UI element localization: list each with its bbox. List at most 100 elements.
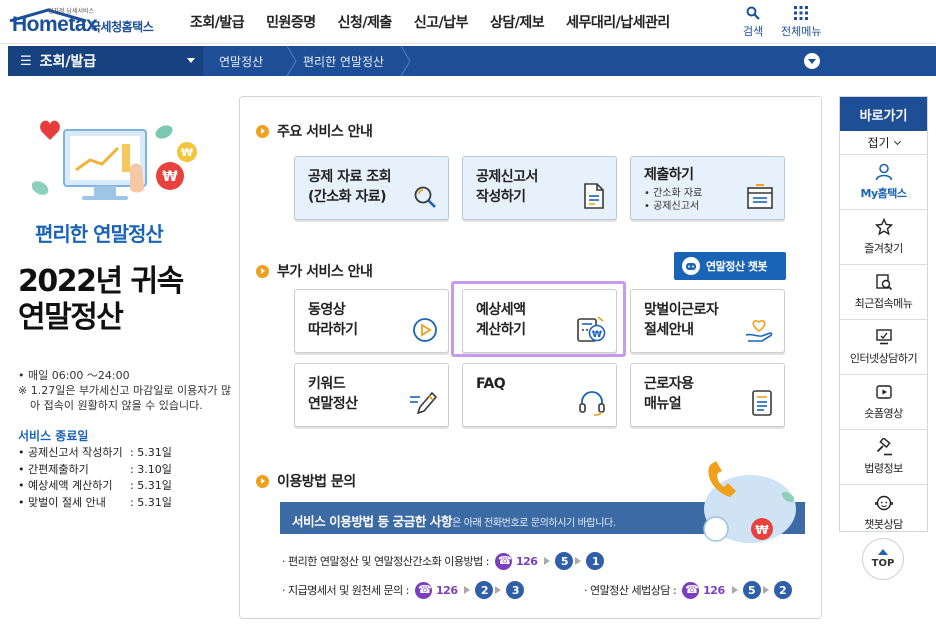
chatbot-icon bbox=[682, 257, 700, 275]
gnb-item-certificate[interactable]: 민원증명 bbox=[266, 12, 316, 32]
card-video-guide[interactable]: 동영상 따라하기 bbox=[294, 289, 449, 353]
card-label: 근로자용 매뉴얼 bbox=[644, 376, 694, 412]
gnb-item-agent[interactable]: 세무대리/납세관리 bbox=[566, 12, 670, 32]
contact-label: · 지급명세서 및 원천세 문의 : bbox=[282, 584, 410, 597]
quick-item-favorites[interactable]: 즐겨찾기 bbox=[840, 210, 927, 265]
page-hero-title: 편리한 연말정산 bbox=[35, 222, 164, 246]
quick-item-chatbot-consult[interactable]: 챗봇상담 bbox=[840, 485, 927, 540]
pencil-icon bbox=[410, 391, 438, 415]
caret-down-icon bbox=[187, 58, 195, 63]
menu-step-badge: 3 bbox=[506, 581, 525, 599]
svg-text:₩: ₩ bbox=[162, 169, 178, 185]
breadcrumb-expand-icon[interactable] bbox=[804, 53, 820, 69]
menu-step-badge: 2 bbox=[475, 581, 494, 599]
manual-icon bbox=[752, 390, 772, 416]
contact-line-simplified: · 편리한 연말정산 및 연말정산간소화 이용방법 : 126 5 1 bbox=[282, 552, 605, 570]
contact-line-tax-law: · 연말정산 세법상담 : 126 5 2 bbox=[584, 581, 792, 599]
quick-item-my-hometax[interactable]: My홈택스 bbox=[840, 155, 927, 210]
card-deduction-form[interactable]: 공제신고서 작성하기 bbox=[462, 156, 617, 220]
quick-item-internet-consult[interactable]: 인터넷상담하기 bbox=[840, 320, 927, 375]
search-button[interactable]: 검색 bbox=[743, 6, 763, 39]
quick-menu-fold-button[interactable]: 접기 bbox=[840, 131, 927, 155]
phone-number: 126 bbox=[703, 583, 725, 597]
card-label: FAQ bbox=[476, 376, 506, 392]
hero-heading-line2: 연말정산 bbox=[18, 300, 124, 335]
grid-menu-icon bbox=[794, 6, 809, 20]
arrow-right-icon bbox=[495, 586, 502, 594]
gnb-item-application[interactable]: 신청/제출 bbox=[338, 12, 393, 32]
quick-item-recent-menu[interactable]: 최근접속메뉴 bbox=[840, 265, 927, 320]
call-center-illustration-icon: ₩ bbox=[703, 461, 796, 543]
contact-line-withholding: · 지급명세서 및 원천세 문의 : 126 2 3 bbox=[282, 581, 525, 599]
recent-search-icon bbox=[875, 274, 892, 291]
scroll-to-top-button[interactable]: TOP bbox=[862, 538, 904, 580]
logo-korean-name: 국세청홈택스 bbox=[90, 20, 154, 34]
contact-label: · 편리한 연말정산 및 연말정산간소화 이용방법 : bbox=[282, 555, 489, 568]
phone-icon bbox=[682, 581, 700, 599]
section-bullet-icon bbox=[256, 124, 269, 138]
logo-wordmark: Hometax bbox=[12, 13, 98, 36]
arrow-up-icon bbox=[878, 549, 888, 555]
current-menu-dropdown[interactable]: ☰ 조회/발급 bbox=[8, 46, 203, 76]
all-menu-button[interactable]: 전체메뉴 bbox=[781, 6, 821, 39]
quick-item-law-info[interactable]: 법령정보 bbox=[840, 430, 927, 485]
card-keyword-yearend[interactable]: 키워드 연말정산 bbox=[294, 363, 449, 427]
breadcrumb-item-yearend[interactable]: 연말정산 bbox=[219, 46, 263, 76]
video-play-icon bbox=[875, 385, 892, 399]
card-label: 맞벌이근로자 절세안내 bbox=[644, 302, 719, 338]
service-end-title: 서비스 종료일 bbox=[18, 429, 89, 443]
svg-text:₩: ₩ bbox=[755, 523, 769, 537]
page-hero-heading: 2022년 귀속 연말정산 bbox=[18, 264, 184, 336]
all-menu-label: 전체메뉴 bbox=[781, 25, 822, 38]
gavel-icon bbox=[876, 438, 892, 456]
card-faq[interactable]: FAQ bbox=[462, 363, 617, 427]
list-item: • 간편제출하기: 3.10일 bbox=[18, 462, 172, 476]
yearend-chatbot-button[interactable]: 연말정산 챗봇 bbox=[674, 252, 786, 280]
arrow-right-icon bbox=[575, 557, 582, 565]
headset-icon bbox=[579, 391, 605, 416]
card-label: 키워드 연말정산 bbox=[308, 376, 358, 412]
quick-menu: 바로가기 접기 My홈택스 즐겨찾기 최근접속메뉴 인터넷상담하기 숏폼영상 법… bbox=[839, 96, 928, 532]
top-header: 전자적 납세서비스 Hometax 국세청홈택스 조회/발급 민원증명 신청/제… bbox=[0, 0, 936, 44]
card-dual-income[interactable]: 맞벌이근로자 절세안내 bbox=[630, 289, 785, 353]
breadcrumb-item-convenient[interactable]: 편리한 연말정산 bbox=[303, 46, 384, 76]
global-nav: 조회/발급 민원증명 신청/제출 신고/납부 상담/제보 세무대리/납세관리 bbox=[190, 0, 692, 44]
submit-tray-icon bbox=[747, 184, 773, 209]
section-title-inquiry: 이용방법 문의 bbox=[256, 471, 356, 491]
card-deduction-lookup[interactable]: 공제 자료 조회 (간소화 자료) bbox=[294, 156, 449, 220]
user-icon bbox=[875, 163, 892, 181]
phone-number: 126 bbox=[436, 583, 458, 597]
chatbot-button-label: 연말정산 챗봇 bbox=[706, 260, 768, 273]
phone-number: 126 bbox=[515, 554, 538, 568]
section-bullet-icon bbox=[256, 264, 269, 278]
yearend-illustration-icon: ₩ ₩ bbox=[32, 120, 197, 200]
card-worker-manual[interactable]: 근로자용 매뉴얼 bbox=[630, 363, 785, 427]
hamburger-icon: ☰ bbox=[20, 53, 32, 69]
chatbot-face-icon bbox=[874, 495, 893, 510]
menu-step-badge: 1 bbox=[586, 552, 605, 570]
service-hours: • 매일 06:00 ～24:00 bbox=[18, 369, 130, 382]
list-item: • 맞벌이 절세 안내: 5.31일 bbox=[18, 495, 172, 509]
breadcrumb-separator-icon bbox=[286, 46, 297, 76]
main-service-panel: 주요 서비스 안내 공제 자료 조회 (간소화 자료) 공제신고서 작성하기 제… bbox=[239, 96, 822, 619]
banner-rest-text: 은 아래 전화번호로 문의하시기 바랍니다. bbox=[452, 518, 616, 529]
section-title-extra-services: 부가 서비스 안내 bbox=[256, 261, 373, 281]
gnb-item-report[interactable]: 신고/납부 bbox=[414, 12, 469, 32]
search-doc-icon bbox=[414, 186, 436, 208]
gnb-item-consult[interactable]: 상담/제보 bbox=[490, 12, 545, 32]
hometax-logo[interactable]: 전자적 납세서비스 Hometax 국세청홈택스 bbox=[8, 6, 173, 40]
quick-item-shortform-video[interactable]: 숏폼영상 bbox=[840, 375, 927, 430]
arrow-right-icon bbox=[464, 586, 471, 594]
card-label: 공제신고서 작성하기 bbox=[476, 169, 538, 205]
gnb-item-inquiry[interactable]: 조회/발급 bbox=[190, 12, 245, 32]
menu-step-badge: 5 bbox=[742, 581, 761, 599]
section-bullet-icon bbox=[256, 474, 269, 488]
card-submit[interactable]: 제출하기 • 간소화 자료 • 공제신고서 bbox=[630, 156, 785, 220]
focus-highlight-frame bbox=[451, 281, 626, 357]
play-icon bbox=[413, 318, 437, 342]
arrow-right-icon bbox=[731, 586, 738, 594]
phone-icon bbox=[494, 552, 512, 570]
service-end-list: • 공제신고서 작성하기: 5.31일 • 간편제출하기: 3.10일 • 예상… bbox=[18, 445, 172, 511]
arrow-right-icon bbox=[544, 557, 551, 565]
svg-text:₩: ₩ bbox=[181, 146, 193, 159]
